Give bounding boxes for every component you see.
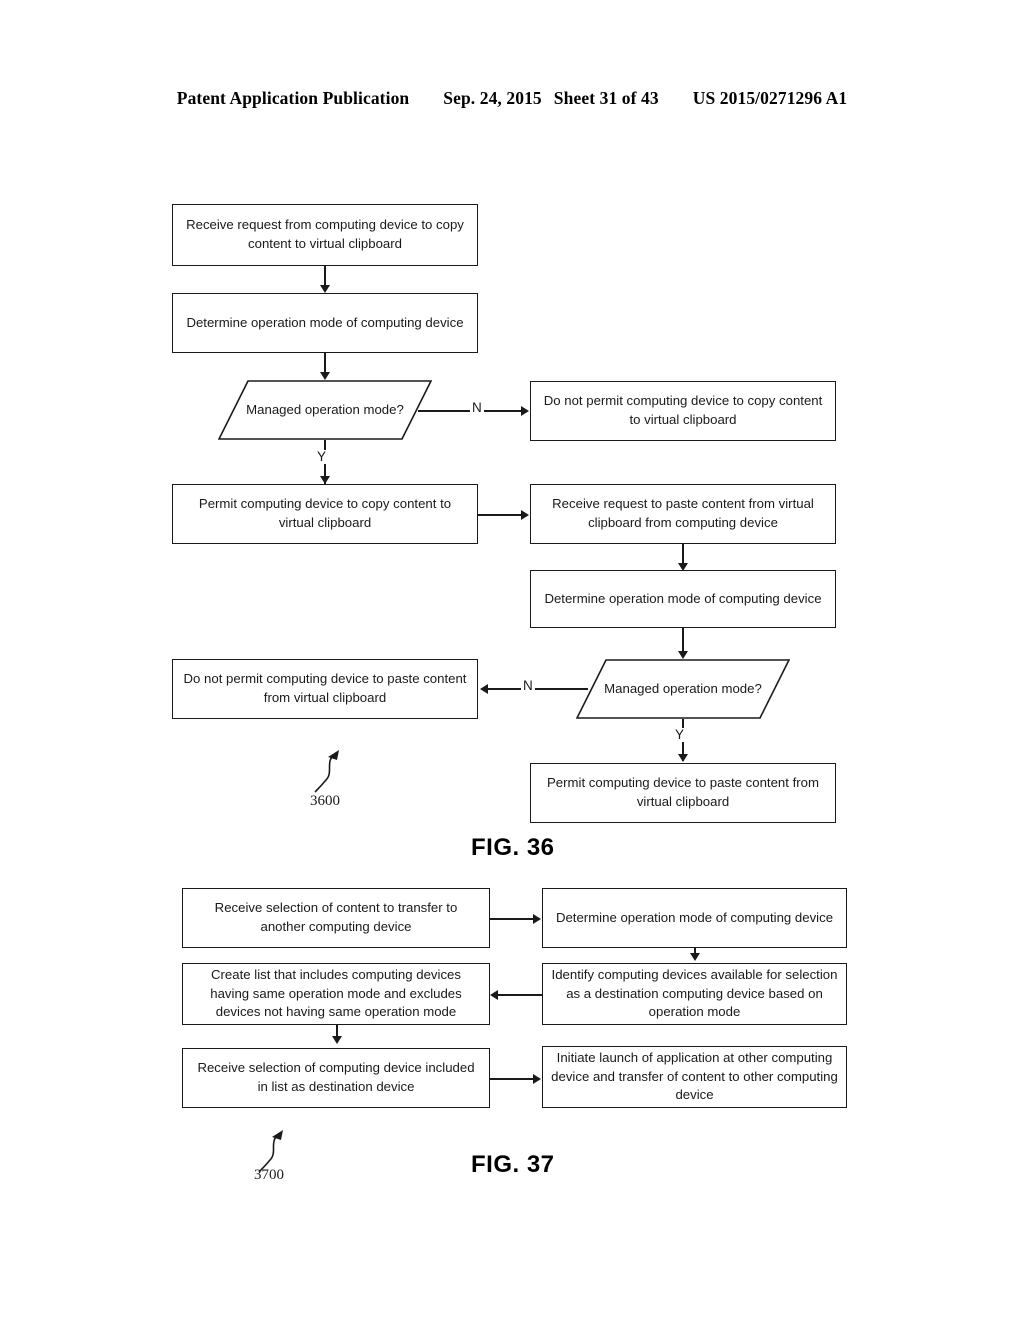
connector-content-selection-to-determine-mode — [490, 918, 538, 920]
node-determine-mode-fig37: Determine operation mode of computing de… — [542, 888, 847, 948]
arrowhead-to-create-list — [490, 990, 498, 1000]
arrowhead-to-determine-mode-fig37 — [533, 914, 541, 924]
connector-identify-devices-to-create-list — [498, 994, 542, 996]
arrowhead-to-initiate-launch — [533, 1074, 541, 1084]
node-receive-device-selection: Receive selection of computing device in… — [182, 1048, 490, 1108]
connector-device-selection-to-initiate-launch — [490, 1078, 538, 1080]
node-identify-devices: Identify computing devices available for… — [542, 963, 847, 1025]
figure-caption-37: FIG. 37 — [471, 1151, 555, 1178]
arrowhead-to-identify-devices — [690, 953, 700, 961]
node-create-list: Create list that includes computing devi… — [182, 963, 490, 1025]
node-receive-content-selection: Receive selection of content to transfer… — [182, 888, 490, 948]
reference-numeral-3700: 3700 — [254, 1167, 284, 1183]
node-initiate-launch: Initiate launch of application at other … — [542, 1046, 847, 1108]
arrowhead-to-device-selection — [332, 1036, 342, 1044]
figure-37: Receive selection of content to transfer… — [0, 0, 1024, 1320]
